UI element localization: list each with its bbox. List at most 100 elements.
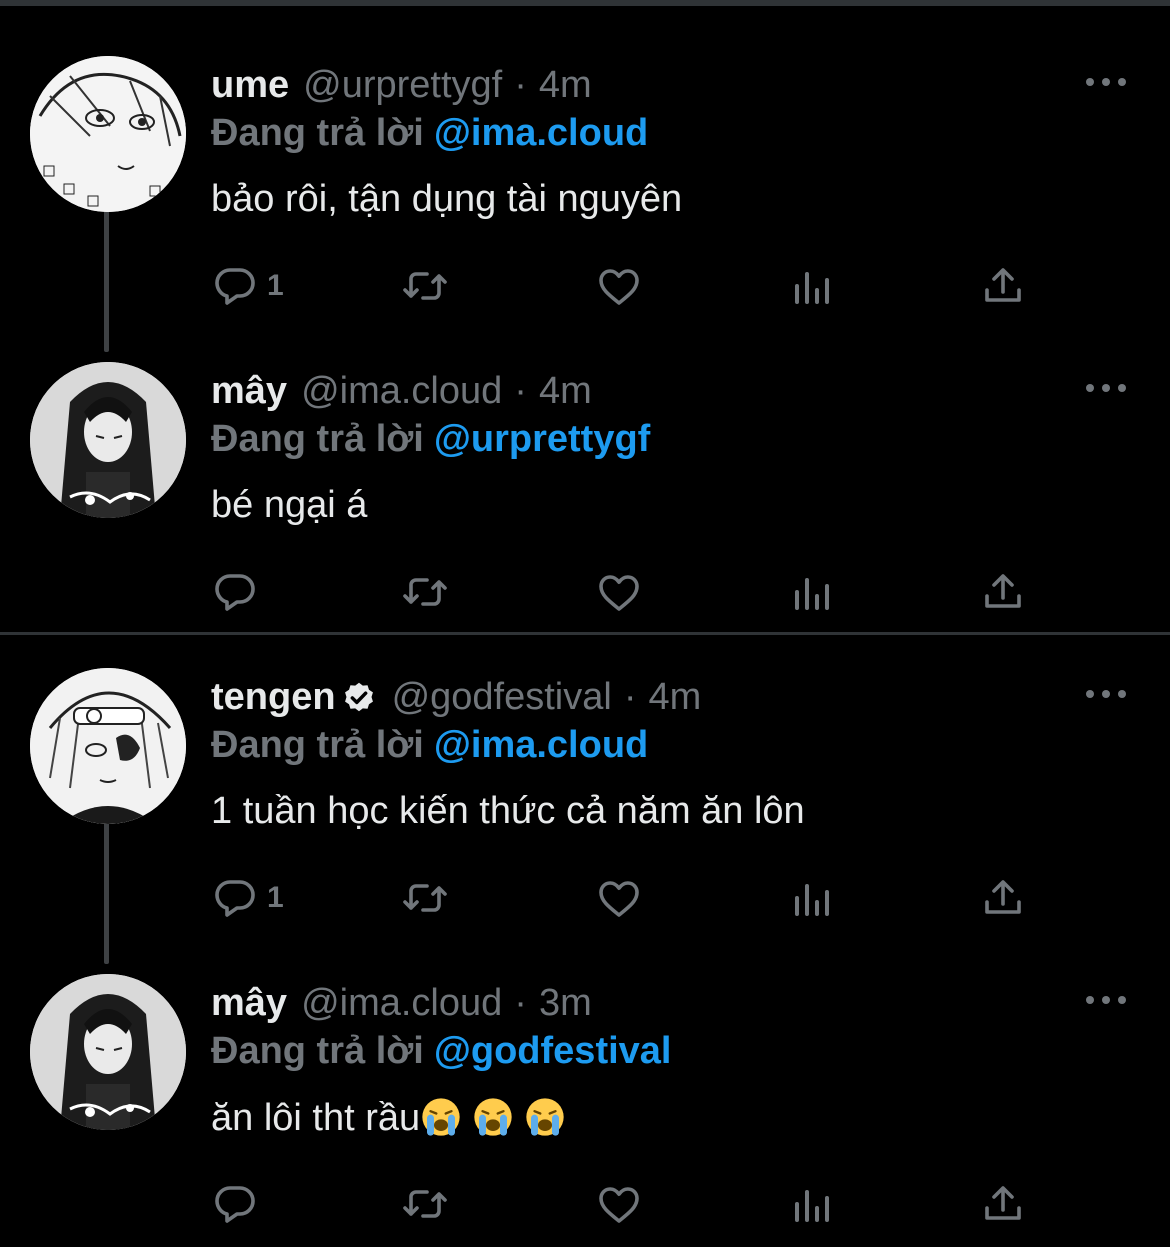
action-bar: 1 (211, 870, 1041, 926)
replying-to-handle[interactable]: @godfestival (434, 1030, 672, 1072)
user-handle[interactable]: @godfestival (392, 676, 612, 719)
like-icon (599, 1187, 639, 1223)
tweet-text: bé ngại á (211, 484, 368, 526)
timestamp[interactable]: 4m (648, 676, 701, 719)
action-bar: 1 (211, 258, 1041, 314)
replying-to: Đang trả lời @urprettygf (211, 418, 650, 461)
tweet-header: tengen @godfestival · 4m (211, 672, 701, 722)
analytics-icon (795, 1190, 829, 1222)
replying-to: Đang trả lời @godfestival (211, 1030, 671, 1073)
timestamp[interactable]: 4m (539, 64, 592, 107)
replying-to-label: Đang trả lời (211, 724, 424, 766)
analytics-button[interactable] (787, 258, 835, 314)
retweet-button[interactable] (401, 564, 449, 620)
retweet-button[interactable] (401, 870, 449, 926)
share-icon (985, 1186, 1021, 1220)
user-handle[interactable]: @ima.cloud (301, 370, 502, 413)
display-name[interactable]: mây (211, 982, 287, 1025)
reply-count: 1 (267, 881, 284, 914)
retweet-button[interactable] (401, 1176, 449, 1232)
avatar[interactable] (30, 668, 186, 824)
reply-icon (215, 574, 255, 611)
like-button[interactable] (595, 1176, 643, 1232)
tweet[interactable]: ume @urprettygf · 4m Đang trả lời @ima.cl… (0, 8, 1170, 314)
retweet-icon (403, 578, 447, 606)
timestamp[interactable]: 3m (539, 982, 592, 1025)
retweet-icon (403, 1190, 447, 1218)
verified-badge-icon (344, 682, 373, 712)
tweet-text: bảo rôi, tận dụng tài nguyên (211, 178, 683, 220)
share-button[interactable] (979, 258, 1027, 314)
replying-to-handle[interactable]: @ima.cloud (434, 112, 648, 154)
analytics-button[interactable] (787, 1176, 835, 1232)
reply-button[interactable] (211, 564, 267, 620)
separator: · (514, 981, 527, 1024)
separator: · (514, 369, 527, 412)
timestamp[interactable]: 4m (539, 370, 592, 413)
tweet-header: mây @ima.cloud · 4m (211, 366, 592, 416)
tweet-header: ume @urprettygf · 4m (211, 60, 592, 110)
share-button[interactable] (979, 870, 1027, 926)
more-icon[interactable] (1086, 992, 1126, 1008)
separator: · (623, 675, 637, 718)
reply-icon (215, 1186, 255, 1223)
display-name[interactable]: ume (211, 64, 289, 107)
analytics-button[interactable] (787, 870, 835, 926)
display-name[interactable]: mây (211, 370, 287, 413)
action-bar (211, 1176, 1041, 1232)
replying-to-label: Đang trả lời (211, 1030, 424, 1072)
reply-icon (215, 268, 255, 305)
like-button[interactable] (595, 870, 643, 926)
analytics-icon (795, 578, 829, 610)
tweet[interactable]: tengen @godfestival · 4m Đang trả lời @im… (0, 620, 1170, 926)
top-divider (0, 0, 1170, 6)
like-button[interactable] (595, 564, 643, 620)
user-handle[interactable]: @urprettygf (303, 64, 502, 107)
tweet-text: ăn lôi tht rầu (211, 1097, 421, 1139)
replying-to: Đang trả lời @ima.cloud (211, 724, 648, 767)
share-button[interactable] (979, 1176, 1027, 1232)
like-icon (599, 575, 639, 611)
reply-button[interactable] (211, 1176, 267, 1232)
retweet-button[interactable] (401, 258, 449, 314)
replying-to-label: Đang trả lời (211, 418, 424, 460)
replying-to-label: Đang trả lời (211, 112, 424, 154)
share-icon (985, 268, 1021, 302)
more-icon[interactable] (1086, 380, 1126, 396)
separator: · (514, 63, 527, 106)
avatar[interactable] (30, 974, 186, 1130)
more-icon[interactable] (1086, 686, 1126, 702)
analytics-button[interactable] (787, 564, 835, 620)
tweet-header: mây @ima.cloud · 3m (211, 978, 592, 1028)
replying-to: Đang trả lời @ima.cloud (211, 112, 648, 155)
retweet-icon (403, 272, 447, 300)
reply-count: 1 (267, 269, 284, 302)
analytics-icon (795, 884, 829, 916)
share-icon (985, 880, 1021, 914)
avatar[interactable] (30, 362, 186, 518)
avatar[interactable] (30, 56, 186, 212)
display-name[interactable]: tengen (211, 676, 336, 719)
tweet-text-container: ăn lôi tht rầu (211, 1096, 576, 1140)
replying-to-handle[interactable]: @ima.cloud (434, 724, 648, 766)
share-icon (985, 574, 1021, 608)
action-bar (211, 564, 1041, 620)
loudly-crying-face-icon (422, 1098, 460, 1136)
tweet-text: 1 tuần học kiến thức cả năm ăn lôn (211, 790, 805, 832)
reply-icon (215, 880, 255, 917)
tweet[interactable]: mây @ima.cloud · 4m Đang trả lời @urprett… (0, 314, 1170, 620)
retweet-icon (403, 884, 447, 912)
share-button[interactable] (979, 564, 1027, 620)
like-button[interactable] (595, 258, 643, 314)
tweet[interactable]: mây @ima.cloud · 3m Đang trả lời @godfest… (0, 926, 1170, 1232)
replying-to-handle[interactable]: @urprettygf (434, 418, 651, 460)
reply-button[interactable]: 1 (211, 870, 284, 926)
analytics-icon (795, 272, 829, 304)
reply-button[interactable]: 1 (211, 258, 284, 314)
like-icon (599, 881, 639, 917)
more-icon[interactable] (1086, 74, 1126, 90)
loudly-crying-face-icon (526, 1098, 564, 1136)
loudly-crying-face-icon (474, 1098, 512, 1136)
user-handle[interactable]: @ima.cloud (301, 982, 502, 1025)
like-icon (599, 269, 639, 305)
